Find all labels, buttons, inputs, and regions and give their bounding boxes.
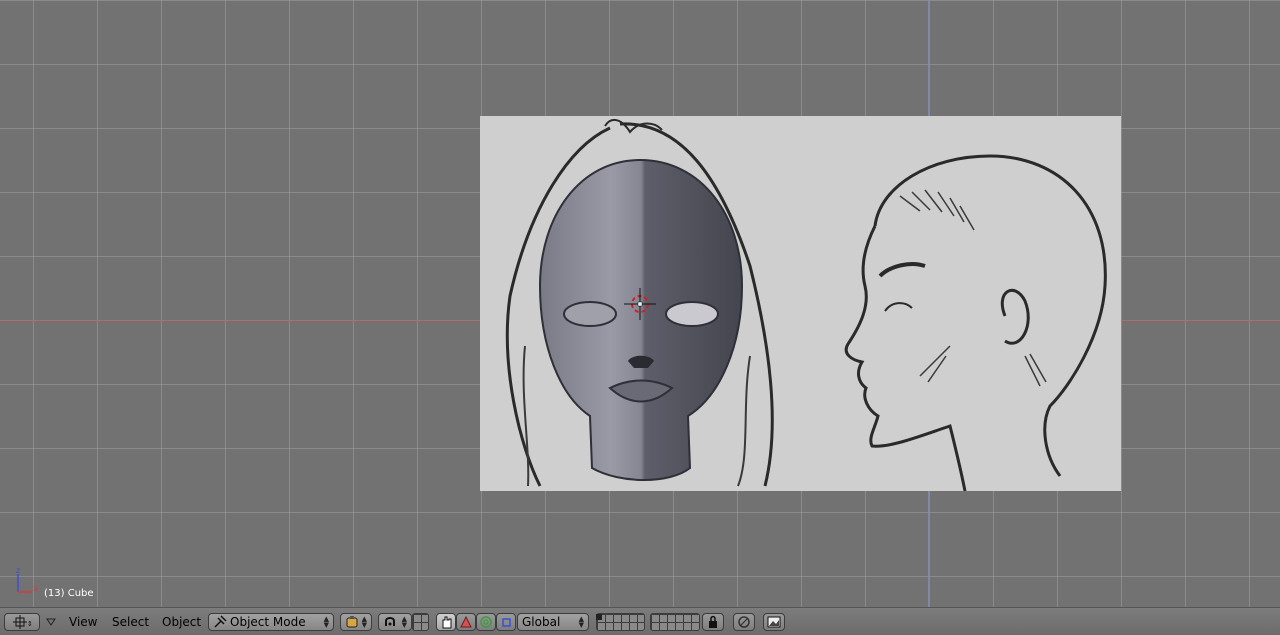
3d-viewport[interactable]: z x (13) Cube [0,0,1280,607]
object-info-label: (13) Cube [44,588,94,599]
viewport-shading-selector[interactable]: ▲ ▼ [340,613,372,631]
menu-collapse-icon[interactable] [46,618,56,626]
mode-selector[interactable]: Object Mode ▲ ▼ [208,613,334,631]
snap-icon [738,616,750,628]
render-icon [767,616,781,628]
pivot-point-icon [385,617,395,626]
svg-text:⇕: ⇕ [27,620,32,628]
layers-icon [596,614,602,620]
select-menu[interactable]: Select [112,615,149,629]
pivot-options-button[interactable] [412,613,429,631]
orientation-selector[interactable]: Global ▲ ▼ [517,613,589,631]
view-menu[interactable]: View [69,615,97,629]
editor-type-icon: ⇕ [13,615,32,629]
layers-group-2[interactable] [650,613,700,631]
axis-label-z: z [16,566,20,575]
rotate-toggle[interactable] [476,613,496,631]
viewport-header: ⇕ View Select Object Object Mode ▲ ▼ ▲ ▼ ▲… [0,607,1280,635]
orientation-selector-value: Global [522,615,561,629]
lock-layers-button[interactable] [702,613,724,631]
lock-icon [709,615,717,628]
scale-toggle[interactable] [496,613,516,631]
dropdown-arrows-icon: ▲ ▼ [361,615,367,629]
scale-icon [502,618,511,627]
layers-group-1[interactable] [596,613,645,631]
object-mode-icon [214,615,227,628]
reference-sketch [505,119,1107,491]
render-preview-button[interactable] [763,613,785,631]
3d-cursor-icon[interactable] [622,286,658,322]
viewport-shading-icon [346,616,358,628]
rotate-icon [480,616,492,628]
snap-toggle[interactable] [733,613,755,631]
translate-toggle[interactable] [456,613,476,631]
axis-orientation-icon: z x [16,566,38,593]
axis-label-x: x [33,584,38,593]
transform-manipulator-icon [442,616,452,629]
dropdown-arrows-icon: ▲ ▼ [323,615,329,629]
reference-image-plane [480,116,1121,491]
transform-manipulator-toggle[interactable] [436,613,456,631]
object-menu[interactable]: Object [162,615,201,629]
dropdown-arrows-icon: ▲ ▼ [401,615,407,629]
dropdown-arrows-icon: ▲ ▼ [578,615,584,629]
translate-icon [460,616,472,628]
pivot-point-selector[interactable]: ▲ ▼ [378,613,412,631]
editor-type-button[interactable]: ⇕ [4,613,40,631]
mode-selector-value: Object Mode [230,615,306,629]
